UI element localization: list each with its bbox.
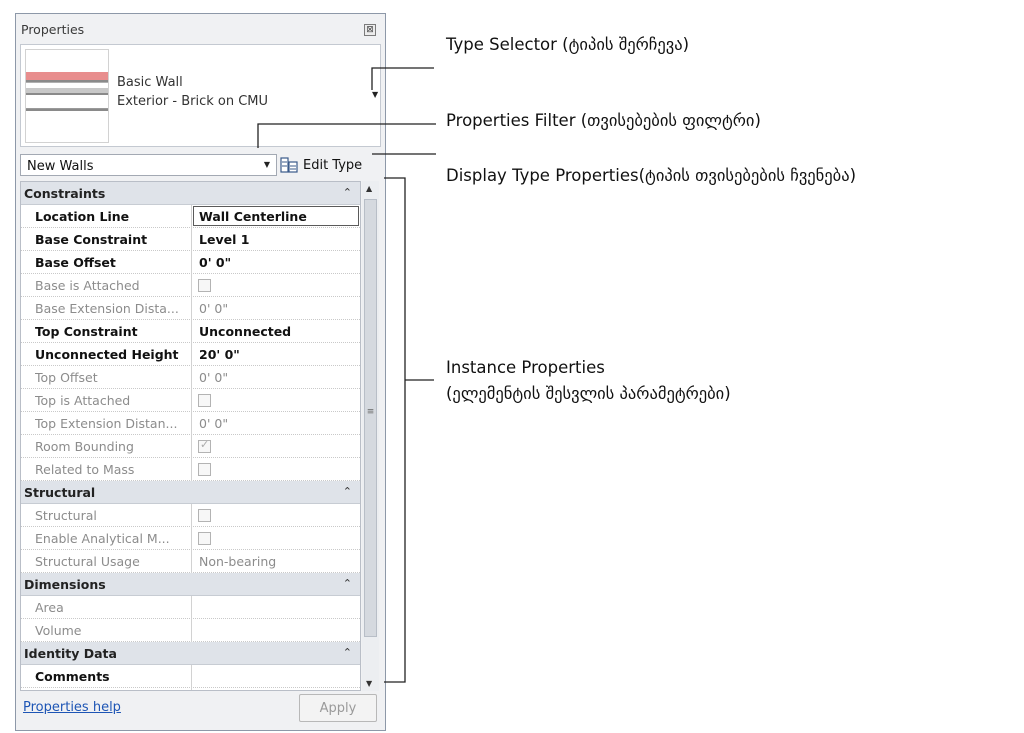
callout-properties-filter: Properties Filter (თვისებების ფილტრი): [446, 111, 761, 130]
callout-type-selector: Type Selector (ტიპის შერჩევა): [446, 35, 690, 54]
callout-display-type-properties: Display Type Properties(ტიპის თვისებების…: [446, 166, 857, 185]
callout-instance-properties: Instance Properties: [446, 358, 605, 377]
callout-instance-properties-translation: (ელემენტის შესვლის პარამეტრები): [446, 384, 731, 403]
